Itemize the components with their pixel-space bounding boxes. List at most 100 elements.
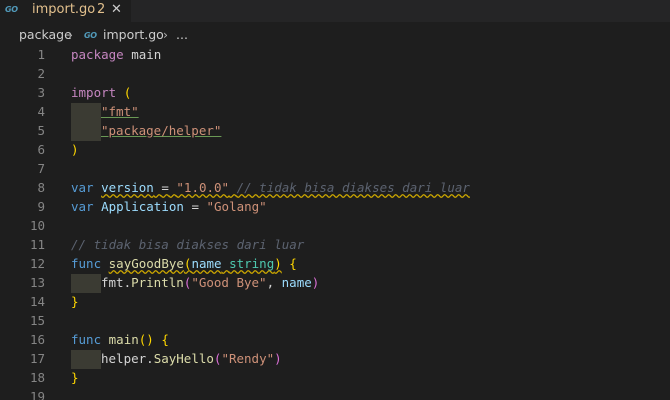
indent-guide [71,274,101,293]
parameter-token: name [191,256,222,271]
line-number: 2 [37,66,45,81]
chevron-right-icon: › [163,27,168,42]
editor-tab-bar: GO import.go 2 ✕ [0,0,670,22]
indent-guide [71,103,101,122]
string-token: "1.0.0" [176,180,230,195]
bracket-token: ) [311,275,320,290]
code-line: 19 [0,388,670,400]
code-text: helper.SayHello("Rendy") [101,351,282,366]
go-file-icon: GO [5,5,18,14]
operator-token: = [161,180,169,195]
line-number: 4 [37,104,45,119]
breadcrumb-item-package[interactable]: package [19,27,72,42]
function-token: SayHello [153,351,214,366]
code-line: 17 helper.SayHello("Rendy") [0,350,670,369]
code-text: ) [71,142,79,157]
keyword-token: var [71,199,94,214]
indent-guide [71,350,101,369]
bracket-token: ( [123,85,132,100]
code-text: "package/helper" [101,123,221,138]
keyword-token: package [71,47,124,62]
indent-guide [71,122,101,141]
line-number: 9 [37,199,45,214]
variable-token: Application [101,199,184,214]
bracket-token: ) [274,351,282,366]
string-token: "Golang" [206,199,267,214]
code-line: 18 } [0,369,670,388]
keyword-token: var [71,180,94,195]
line-number: 5 [37,123,45,138]
bracket-token: } [71,370,79,385]
line-number: 12 [29,256,45,271]
line-number: 6 [37,142,45,157]
code-line: 13 fmt.Println("Good Bye", name) [0,274,670,293]
breadcrumb-item-symbols[interactable]: ... [176,27,188,42]
line-number: 14 [29,294,45,309]
code-line: 10 [0,217,670,236]
function-token: sayGoodBye [108,256,184,271]
code-text: package main [71,47,161,62]
comment-token: // tidak bisa diakses dari luar [71,237,305,252]
tab-import-go[interactable]: GO import.go 2 ✕ [0,0,131,22]
code-text: var Application = "Golang" [71,199,267,214]
code-line: 16 func main() { [0,331,670,350]
operator-token: . [146,351,154,366]
code-text: var version = "1.0.0" // tidak bisa diak… [71,180,470,195]
operator-token: = [191,199,199,214]
chevron-right-icon: › [68,27,73,42]
code-line: 5 "package/helper" [0,122,670,141]
code-text: } [71,370,79,385]
line-number: 13 [29,275,45,290]
keyword-token: func [71,256,102,271]
package-token: helper [101,351,147,366]
keyword-token: func [71,332,102,347]
variable-token: name [281,275,312,290]
package-token: fmt [101,275,124,290]
operator-token: , [266,275,275,290]
code-line: 1 package main [0,46,670,65]
function-token: main [108,332,139,347]
line-number: 17 [29,351,45,366]
line-number: 18 [29,370,45,385]
code-line: 4 "fmt" [0,103,670,122]
string-token: "Rendy" [221,351,275,366]
code-line: 3 import ( [0,84,670,103]
code-line: 15 [0,312,670,331]
breadcrumb-item-file[interactable]: import.go [103,27,164,42]
code-line: 2 [0,65,670,84]
code-text: "fmt" [101,104,139,119]
line-number: 19 [29,389,45,400]
operator-token: . [123,275,132,290]
go-file-icon: GO [84,31,97,40]
line-number: 16 [29,332,45,347]
breadcrumb: package › GO import.go › ... [0,22,670,46]
code-line: 9 var Application = "Golang" [0,198,670,217]
code-text: fmt.Println("Good Bye", name) [101,275,319,290]
code-line: 11 // tidak bisa diakses dari luar [0,236,670,255]
code-text: func main() { [71,332,169,347]
code-text: func sayGoodBye(name string) { [71,256,297,271]
code-editor[interactable]: 1 package main 2 3 import ( 4 "fmt" 5 "p… [0,46,670,400]
code-line: 12 func sayGoodBye(name string) { [0,255,670,274]
line-number: 1 [37,47,45,62]
type-token: string [229,256,275,271]
code-text: } [71,294,79,309]
function-token: Println [131,275,184,290]
string-token: "Good Bye" [191,275,267,290]
code-line: 14 } [0,293,670,312]
code-text: import ( [71,85,131,100]
code-line: 6 ) [0,141,670,160]
identifier-token: main [131,47,162,62]
close-icon[interactable]: ✕ [111,2,122,17]
bracket-token: { [289,256,297,271]
line-number: 15 [29,313,45,328]
tab-title: import.go [32,2,96,17]
line-number: 11 [29,237,45,252]
bracket-token: ) [274,256,282,271]
comment-token: // tidak bisa diakses dari luar [236,180,470,195]
bracket-token: ) [71,142,79,157]
line-number: 3 [37,85,45,100]
code-line: 7 [0,160,670,179]
line-number: 8 [37,180,45,195]
line-number: 10 [29,218,45,233]
